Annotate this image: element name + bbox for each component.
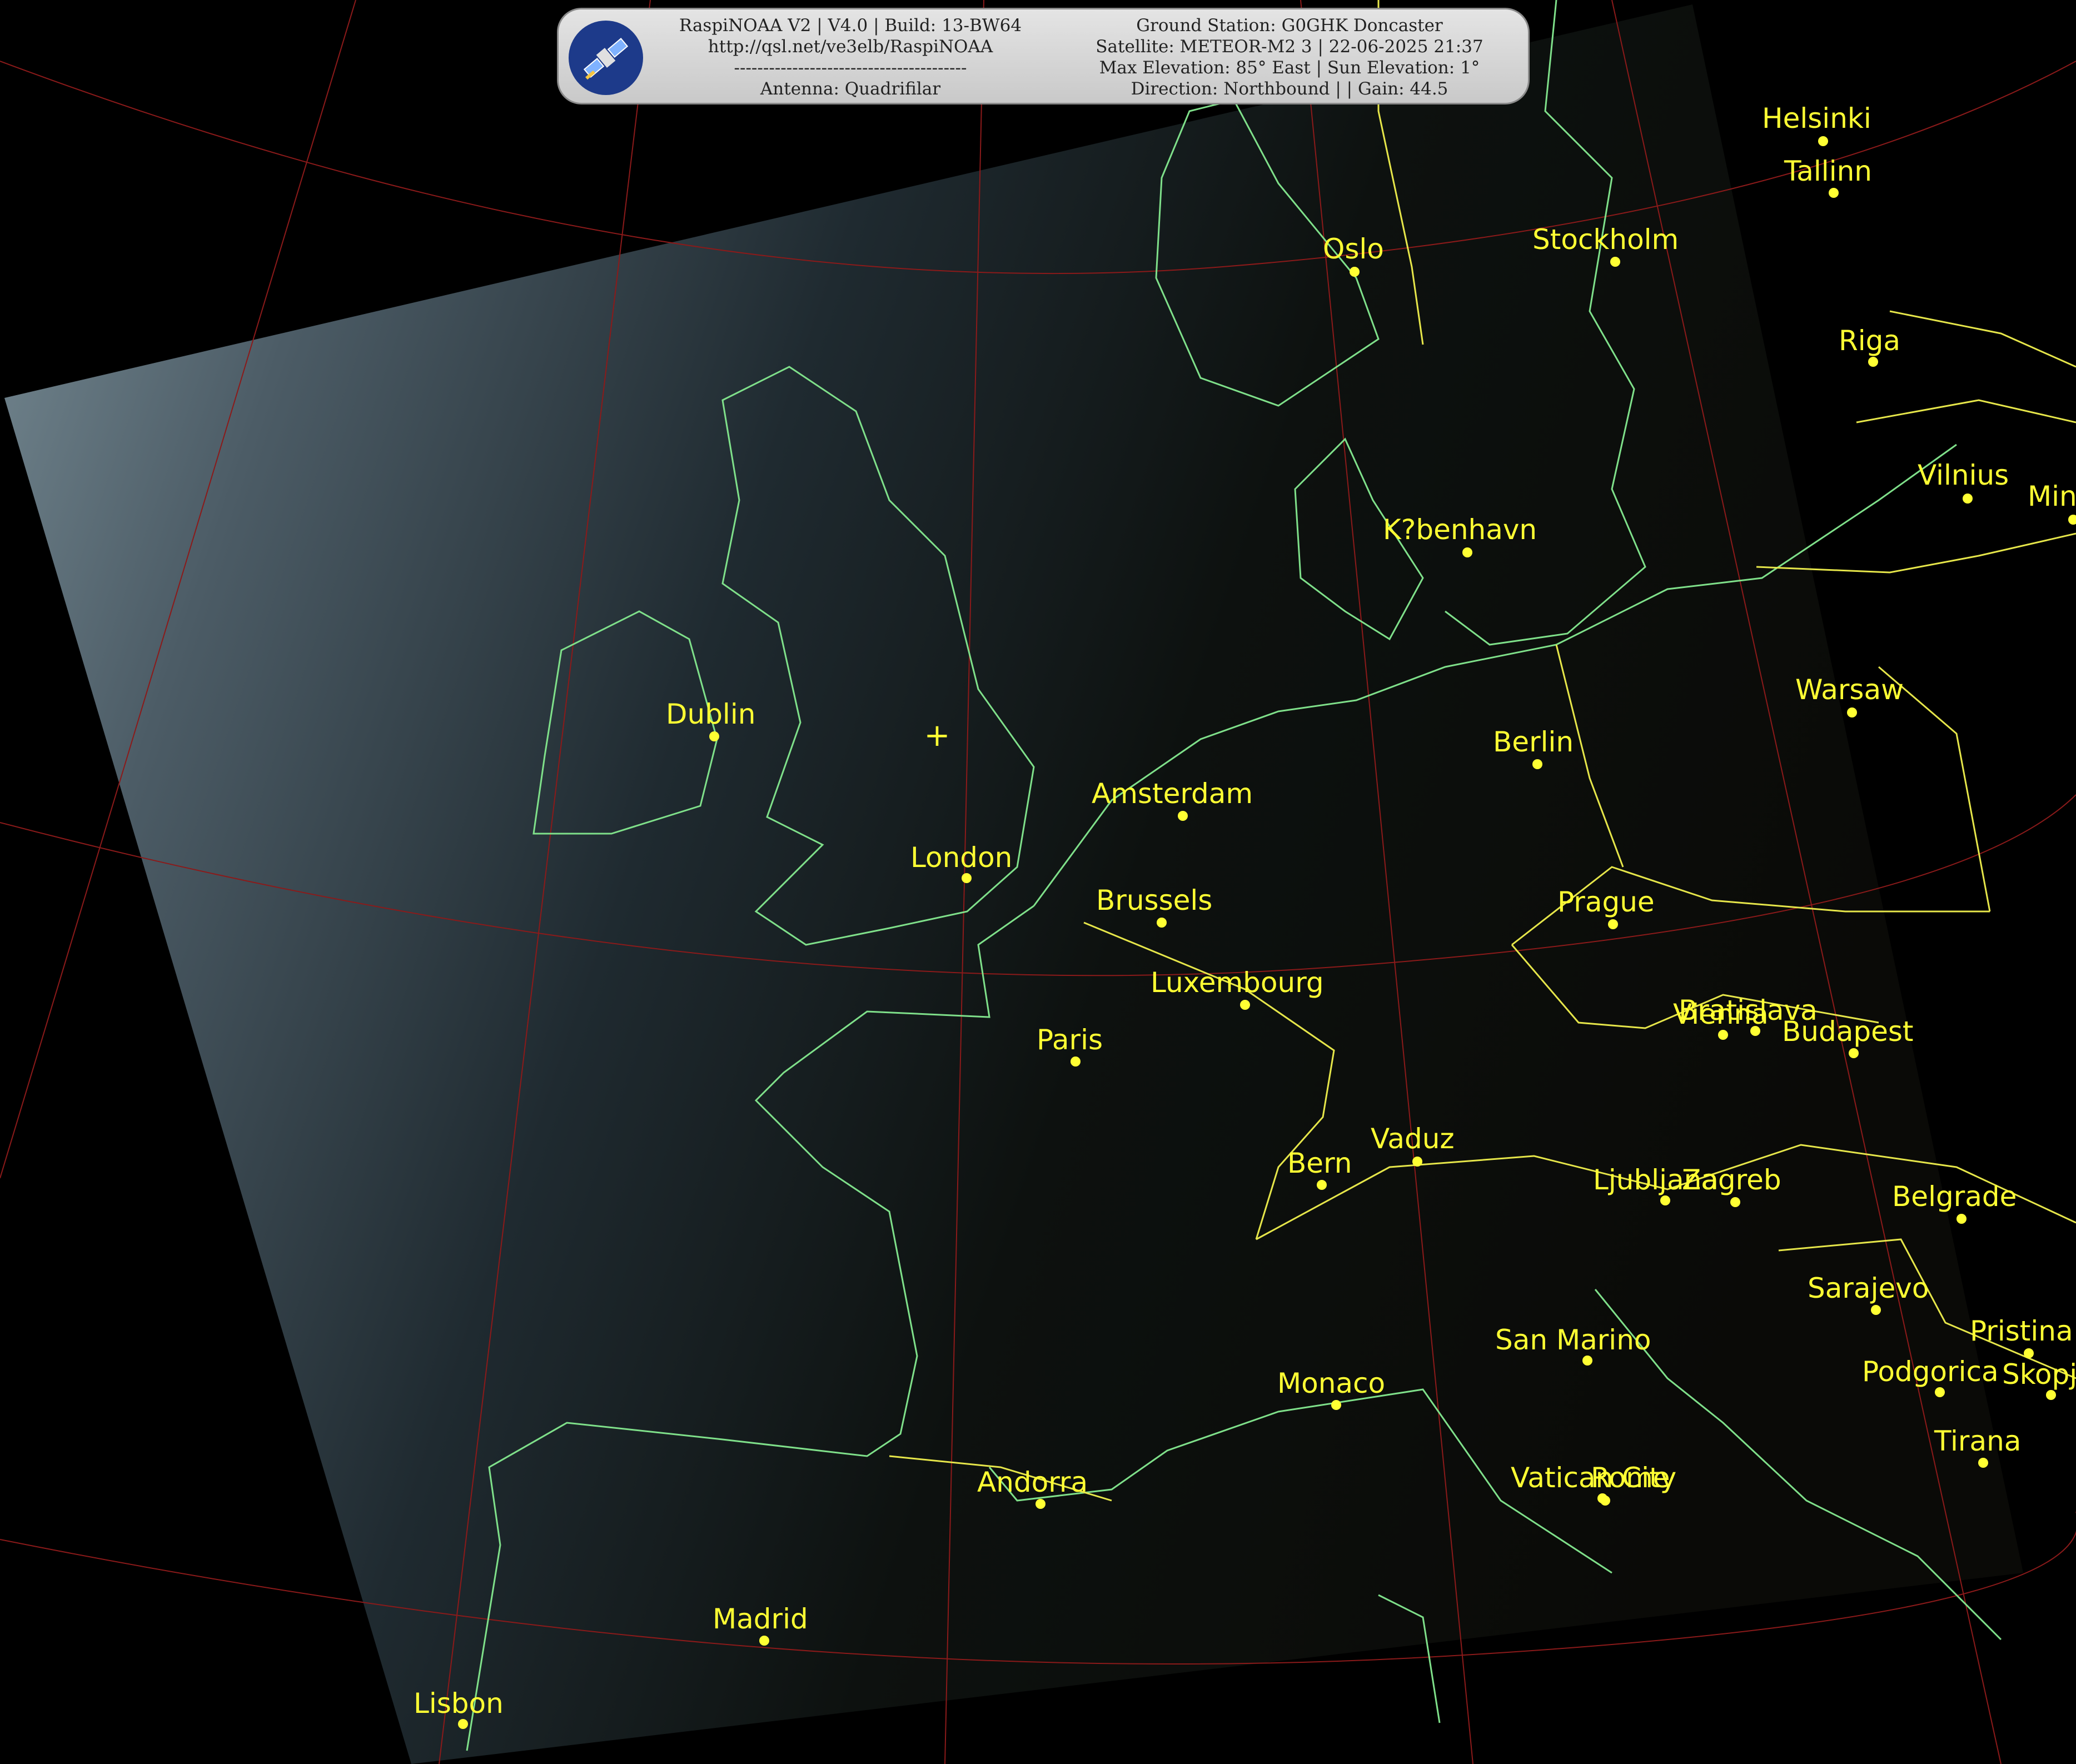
- city-label: Skopje: [2002, 1358, 2076, 1391]
- banner-line: Antenna: Quadrifilar: [760, 79, 941, 99]
- banner-line: Satellite: METEOR-M2 3 | 22-06-2025 21:3…: [1096, 37, 1483, 57]
- city-label: Vilnius: [1918, 459, 2009, 491]
- city-label: Amsterdam: [1092, 778, 1253, 810]
- banner-line: Direction: Northbound | | Gain: 44.5: [1131, 79, 1448, 99]
- city-label: San Marino: [1495, 1324, 1651, 1356]
- city-label: Stockholm: [1532, 223, 1679, 256]
- city-label: Brussels: [1096, 884, 1212, 916]
- city-label: Paris: [1037, 1024, 1103, 1056]
- city-label: Luxembourg: [1151, 966, 1324, 999]
- city-label: Oslo: [1323, 233, 1384, 265]
- city-label: Tallinn: [1784, 155, 1872, 187]
- city-label: Andorra: [977, 1466, 1088, 1498]
- satellite-swath: [4, 4, 2023, 1764]
- city-marker: Riga: [1839, 325, 1900, 367]
- city-label: Madrid: [713, 1603, 808, 1635]
- city-label: Prague: [1557, 886, 1655, 918]
- banner-line: Ground Station: G0GHK Doncaster: [1136, 16, 1443, 36]
- city-label: Belgrade: [1892, 1180, 2017, 1213]
- banner-line: RaspiNOAA V2 | V4.0 | Build: 13-BW64: [679, 16, 1022, 36]
- city-label: Rome: [1591, 1462, 1670, 1494]
- city-label: Sarajevo: [1808, 1272, 1929, 1304]
- city-label: Vaduz: [1371, 1123, 1455, 1155]
- city-label: Vienna: [1673, 998, 1769, 1030]
- banner-pass-info: Ground Station: G0GHK Doncaster Satellit…: [1059, 15, 1520, 99]
- city-label: Lisbon: [414, 1687, 504, 1720]
- city-label: Pristina: [1970, 1315, 2073, 1347]
- city-marker: Tallinn: [1784, 155, 1872, 198]
- city-marker: Min: [2028, 480, 2076, 525]
- city-label: Zagreb: [1682, 1164, 1781, 1196]
- city-label: London: [910, 841, 1012, 874]
- city-label: Budapest: [1782, 1015, 1914, 1048]
- info-banner: RaspiNOAA V2 | V4.0 | Build: 13-BW64 htt…: [557, 8, 1530, 104]
- banner-line: Max Elevation: 85° East | Sun Elevation:…: [1099, 58, 1480, 78]
- city-label: Riga: [1839, 325, 1900, 357]
- city-label: Warsaw: [1795, 674, 1904, 706]
- city-label: Min: [2028, 480, 2076, 512]
- city-marker: Helsinki: [1762, 102, 1871, 146]
- city-marker: Vilnius: [1918, 459, 2009, 504]
- satellite-map-view: + Helsinki Tallinn Oslo Stockholm Riga V…: [0, 0, 2076, 1764]
- city-marker: Skopje: [2002, 1358, 2076, 1400]
- city-label: Berlin: [1493, 726, 1574, 758]
- ground-station-marker: +: [924, 717, 950, 754]
- map-canvas: + Helsinki Tallinn Oslo Stockholm Riga V…: [0, 0, 2076, 1764]
- city-label: Helsinki: [1762, 102, 1871, 134]
- city-label: K?benhavn: [1383, 514, 1537, 546]
- city-label: Bern: [1287, 1147, 1352, 1179]
- border-segment: [1856, 399, 2076, 423]
- city-label: Tirana: [1934, 1425, 2021, 1457]
- satellite-icon: [569, 21, 643, 95]
- city-label: Dublin: [666, 698, 755, 730]
- banner-divider: ----------------------------------------: [734, 58, 967, 78]
- city-label: Monaco: [1277, 1367, 1385, 1399]
- border-segment: [1889, 310, 2076, 368]
- city-label: Podgorica: [1862, 1356, 1999, 1388]
- banner-link: http://qsl.net/ve3elb/RaspiNOAA: [708, 37, 993, 57]
- city-marker: Pristina: [1970, 1315, 2073, 1358]
- banner-station-info: RaspiNOAA V2 | V4.0 | Build: 13-BW64 htt…: [648, 15, 1053, 99]
